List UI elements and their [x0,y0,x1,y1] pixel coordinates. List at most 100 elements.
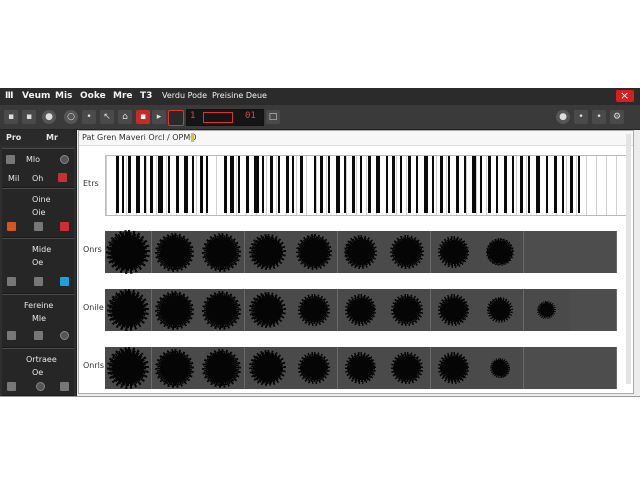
sidebar-section-3[interactable]: Mide Oe [2,238,74,294]
piano-note[interactable] [300,156,303,213]
pattern-cell[interactable] [198,289,245,331]
piano-note[interactable] [480,156,482,213]
piano-note[interactable] [184,156,188,213]
square-icon[interactable] [7,277,16,286]
pattern-cell[interactable] [337,231,385,273]
vertical-scrollbar[interactable] [626,134,631,384]
view-button-3[interactable]: • [592,110,606,124]
record-button[interactable]: ▪ [136,110,150,124]
record-arm-icon[interactable] [58,173,67,182]
piano-note[interactable] [230,156,234,213]
piano-note[interactable] [578,156,580,213]
piano-note[interactable] [262,156,264,213]
piano-note[interactable] [314,156,316,213]
piano-note[interactable] [206,156,208,213]
piano-note[interactable] [520,156,523,213]
piano-note[interactable] [360,156,362,213]
close-button[interactable]: × [616,89,634,102]
pattern-row-3[interactable] [105,347,617,389]
fx-icon[interactable] [7,222,16,231]
sidebar-section-5[interactable]: Ortraee Oe [2,348,74,396]
piano-note[interactable] [512,156,514,213]
settings-button[interactable]: ⚙ [610,110,624,124]
piano-note[interactable] [392,156,395,213]
piano-note[interactable] [528,156,530,213]
piano-note[interactable] [488,156,491,213]
pattern-cell[interactable] [244,347,292,389]
open-button[interactable]: ▪ [22,110,36,124]
pattern-cell[interactable] [523,289,571,331]
piano-note[interactable] [472,156,476,213]
piano-note[interactable] [336,156,340,213]
pattern-cell[interactable] [244,231,292,273]
pattern-cell[interactable] [105,229,152,275]
pattern-cell[interactable] [105,289,152,331]
pattern-cell[interactable] [477,231,524,273]
snap-button[interactable]: • [82,110,96,124]
pattern-cell[interactable] [384,347,431,389]
sidebar-section-4[interactable]: Fereine Mle [2,294,74,348]
piano-note[interactable] [122,156,124,213]
piano-note[interactable] [416,156,418,213]
pattern-cell[interactable] [337,289,385,331]
menu-item-5[interactable]: Mre [113,91,133,101]
pattern-cell[interactable] [430,289,478,331]
piano-note[interactable] [292,156,294,213]
menu-item-1[interactable]: Ⅲ [5,91,14,101]
pattern-cell[interactable] [477,289,524,331]
piano-note[interactable] [136,156,140,213]
piano-note[interactable] [150,156,153,213]
pattern-cell[interactable] [244,289,292,331]
pattern-cell[interactable] [151,289,199,331]
record-arm-icon[interactable] [60,222,69,231]
pattern-cell[interactable] [198,347,245,389]
piano-note[interactable] [448,156,450,213]
piano-note[interactable] [320,156,323,213]
pattern-cell[interactable] [384,289,431,331]
piano-note[interactable] [400,156,402,213]
piano-note[interactable] [168,156,170,213]
pattern-cell[interactable] [523,347,571,389]
piano-note[interactable] [158,156,163,213]
piano-note[interactable] [368,156,371,213]
piano-note[interactable] [376,156,380,213]
piano-note[interactable] [504,156,507,213]
monitor-icon[interactable] [60,277,69,286]
piano-note[interactable] [554,156,557,213]
piano-note[interactable] [328,156,330,213]
pattern-cell[interactable] [337,347,385,389]
view-button-2[interactable]: • [574,110,588,124]
piano-note[interactable] [424,156,428,213]
piano-note[interactable] [116,156,119,213]
piano-note[interactable] [254,156,259,213]
piano-note[interactable] [562,156,564,213]
pattern-cell[interactable] [291,231,338,273]
piano-note[interactable] [224,156,227,213]
piano-note[interactable] [128,156,131,213]
pattern-cell[interactable] [291,347,338,389]
pattern-cell[interactable] [430,347,478,389]
piano-note[interactable] [386,156,388,213]
menu-item-6[interactable]: T3 [140,91,152,101]
piano-note[interactable] [270,156,273,213]
menu-item-3[interactable]: Mis [55,91,72,101]
view-button-1[interactable]: ● [556,110,570,124]
pattern-cell[interactable] [198,231,245,273]
loop-button[interactable]: ○ [64,110,78,124]
square-icon[interactable] [60,382,69,391]
piano-note[interactable] [570,156,573,213]
pattern-cell[interactable] [291,289,338,331]
pattern-cell[interactable] [105,347,152,389]
piano-note[interactable] [200,156,203,213]
piano-note[interactable] [176,156,179,213]
piano-note[interactable] [546,156,548,213]
home-button[interactable]: ⌂ [118,110,132,124]
pointer-button[interactable]: ↖ [100,110,114,124]
pattern-row-2[interactable] [105,289,617,331]
piano-note[interactable] [278,156,280,213]
sidebar-section-1[interactable]: Mlo Mil Oh [2,148,74,188]
pattern-cell[interactable] [570,231,617,273]
piano-note[interactable] [286,156,289,213]
extra-button[interactable]: □ [266,110,280,124]
pattern-cell[interactable] [430,231,478,273]
